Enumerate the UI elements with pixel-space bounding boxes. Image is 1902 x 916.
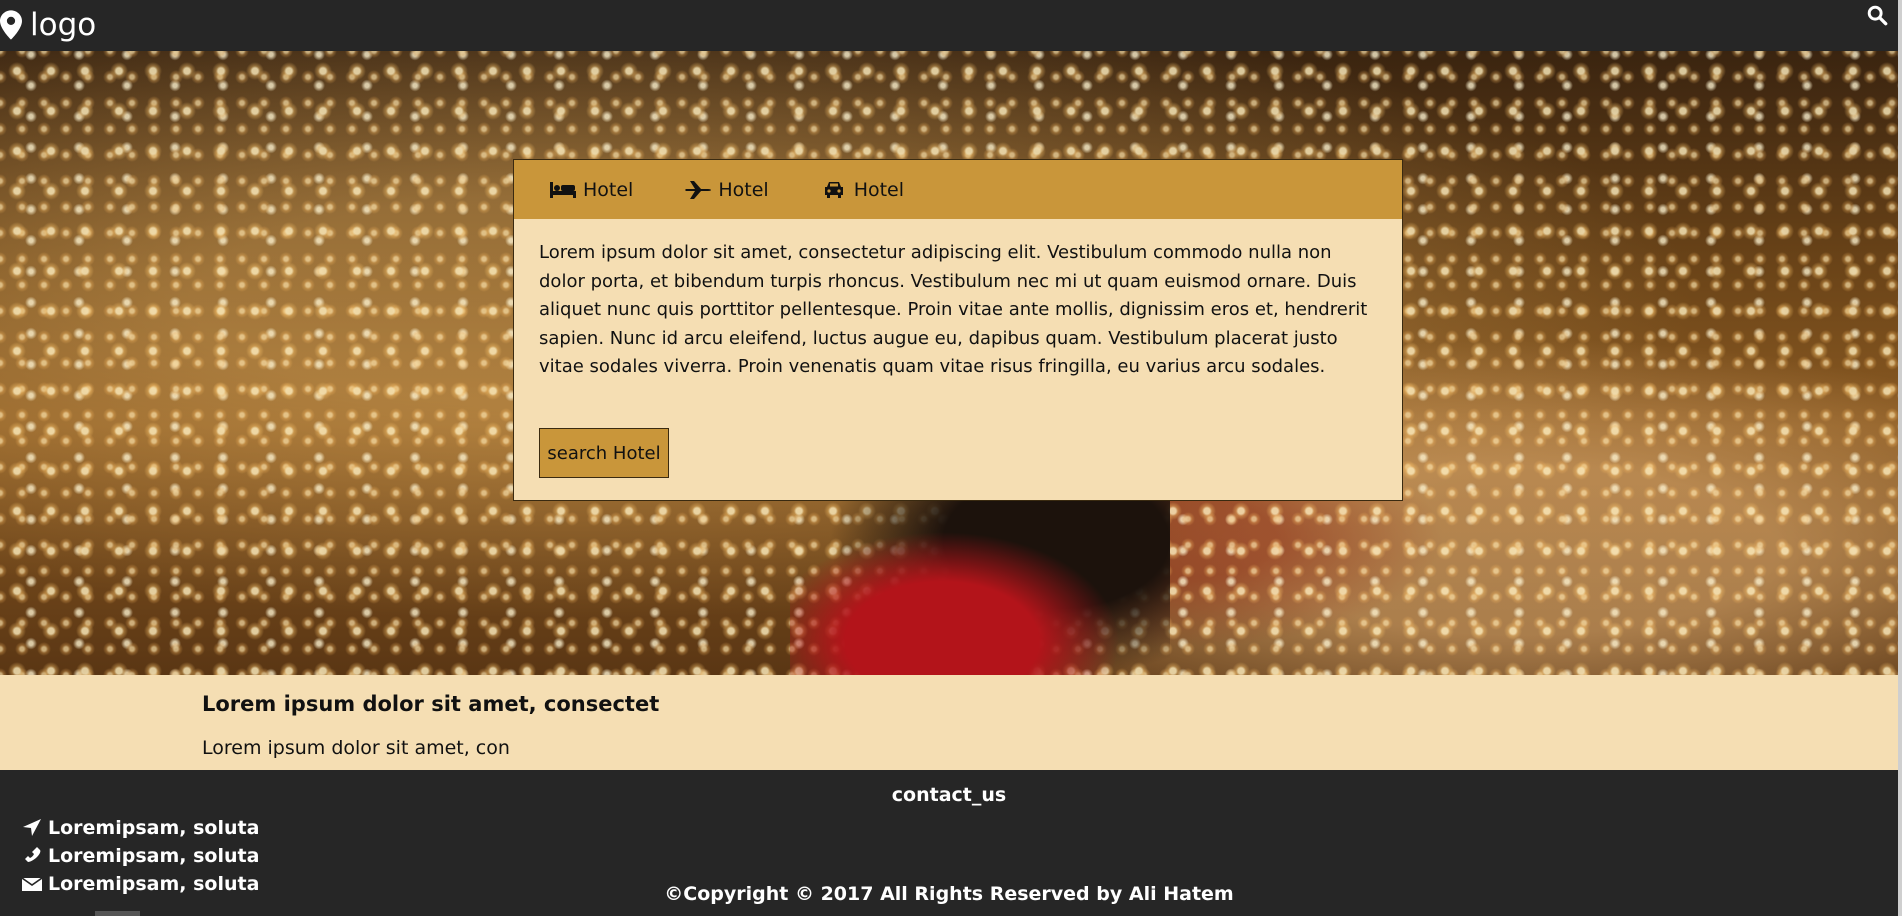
tab-hotel-plane[interactable]: Hotel: [685, 178, 769, 201]
page-scrollbar-track[interactable]: [1898, 0, 1902, 916]
info-section: Lorem ipsum dolor sit amet, consectet Lo…: [0, 675, 1898, 770]
search-button[interactable]: [1866, 4, 1888, 26]
plane-icon: [685, 180, 712, 199]
contact-item-label: Loremipsam, soluta: [48, 845, 260, 867]
scrollbar-fragment: [95, 911, 140, 916]
tab-hotel-car[interactable]: Hotel: [821, 179, 904, 201]
brand-label: logo: [30, 7, 97, 43]
search-hotel-button[interactable]: search Hotel: [539, 428, 669, 478]
tab-label: Hotel: [583, 178, 634, 201]
tab-hotel-bed[interactable]: Hotel: [550, 179, 633, 201]
copyright-text: ©Copyright © 2017 All Rights Reserved by…: [664, 883, 1234, 905]
contact-item-address: Loremipsam, soluta: [22, 817, 259, 839]
booking-description: Lorem ipsum dolor sit amet, consectetur …: [539, 242, 1368, 377]
location-arrow-icon: [23, 819, 41, 836]
map-marker-icon: [0, 10, 22, 40]
search-icon: [1867, 5, 1888, 26]
booking-tabs: Hotel Hotel Hotel: [514, 160, 1402, 219]
info-body: Lorem ipsum dolor sit amet, con: [202, 737, 510, 759]
car-icon: [824, 181, 843, 198]
contact-item-label: Loremipsam, soluta: [48, 817, 260, 839]
info-title: Lorem ipsum dolor sit amet, consectet: [202, 692, 660, 716]
hero-person: [790, 501, 1170, 675]
footer: contact_us Loremipsam, soluta Loremipsam…: [0, 770, 1898, 916]
navbar: logo: [0, 0, 1902, 51]
booking-panel: Hotel Hotel Hotel Lorem ipsum dolor sit …: [513, 159, 1403, 501]
brand-logo[interactable]: logo: [0, 6, 96, 44]
contact-item-phone: Loremipsam, soluta: [22, 845, 259, 867]
tab-label: Hotel: [853, 178, 905, 201]
phone-icon: [25, 847, 41, 862]
bed-icon: [550, 181, 576, 198]
contact-title: contact_us: [891, 784, 1007, 806]
tab-label: Hotel: [718, 178, 769, 201]
